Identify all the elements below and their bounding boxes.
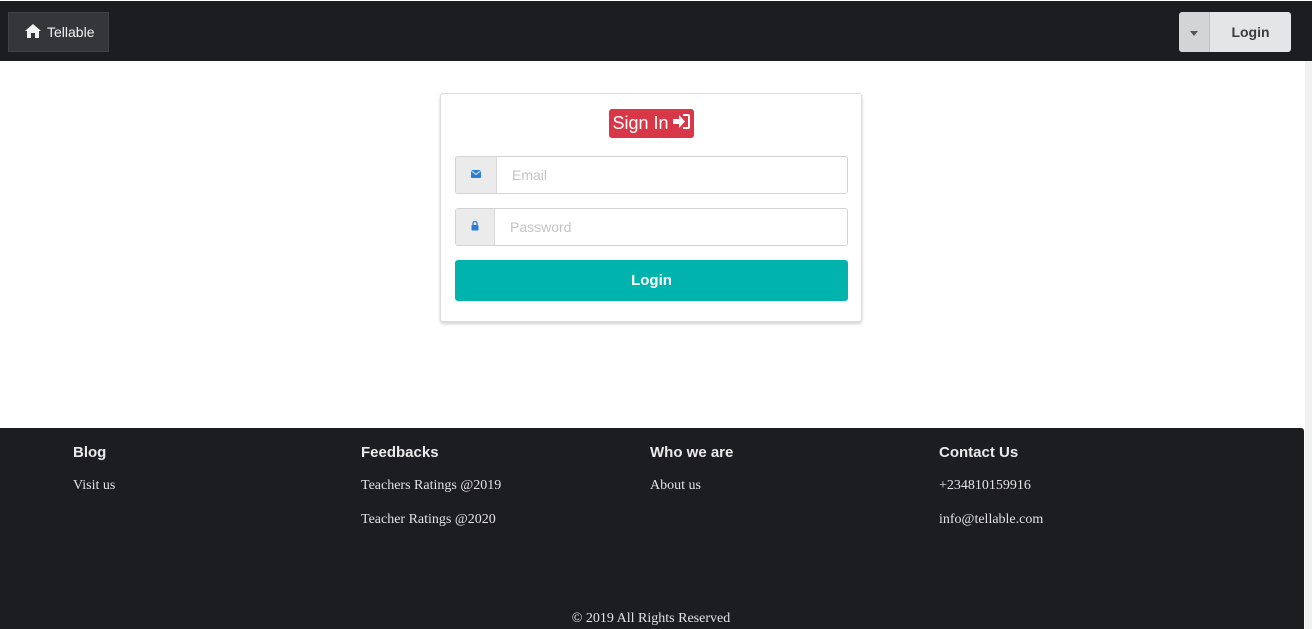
email-addon: [456, 157, 497, 193]
password-field-group: [455, 208, 848, 246]
footer-column-who-we-are: Who we are About us: [650, 443, 733, 495]
footer-link-about-us[interactable]: About us: [650, 477, 733, 495]
sign-in-icon: [672, 113, 691, 135]
footer-link-ratings-2020[interactable]: Teacher Ratings @2020: [361, 511, 501, 529]
password-addon: [456, 209, 495, 245]
caret-down-icon: [1190, 23, 1198, 41]
site-footer: Blog Visit us Feedbacks Teachers Ratings…: [0, 428, 1304, 629]
login-submit-button[interactable]: Login: [455, 260, 848, 301]
footer-link-phone[interactable]: +234810159916: [939, 477, 1043, 495]
footer-heading-feedbacks: Feedbacks: [361, 444, 439, 461]
signin-card: Sign In Login: [440, 93, 862, 322]
brand-label: Tellable: [47, 24, 95, 40]
footer-link-visit-us[interactable]: Visit us: [73, 477, 115, 495]
top-navbar: Tellable Login: [0, 1, 1312, 61]
brand-home-link[interactable]: Tellable: [8, 12, 109, 52]
lock-icon: [470, 218, 480, 236]
page-scrollbar[interactable]: [1305, 61, 1312, 629]
footer-link-email[interactable]: info@tellable.com: [939, 511, 1043, 529]
email-field-group: [455, 156, 848, 194]
footer-column-contact: Contact Us +234810159916 info@tellable.c…: [939, 443, 1043, 529]
footer-column-feedbacks: Feedbacks Teachers Ratings @2019 Teacher…: [361, 443, 501, 529]
footer-link-ratings-2019[interactable]: Teachers Ratings @2019: [361, 477, 501, 495]
login-nav-button[interactable]: Login: [1210, 12, 1291, 52]
home-icon: [25, 23, 41, 41]
dropdown-toggle-button[interactable]: [1179, 12, 1210, 52]
footer-copyright: © 2019 All Rights Reserved: [571, 611, 731, 626]
login-dropdown[interactable]: Login: [1179, 12, 1291, 52]
footer-column-blog: Blog Visit us: [73, 443, 115, 495]
email-input[interactable]: [497, 157, 847, 193]
footer-heading-who-we-are: Who we are: [650, 444, 734, 461]
envelope-icon: [470, 166, 482, 184]
signin-title-badge: Sign In: [609, 109, 694, 138]
signin-title: Sign In: [612, 113, 669, 133]
footer-heading-contact: Contact Us: [939, 444, 1019, 461]
password-input[interactable]: [495, 209, 847, 245]
footer-heading-blog: Blog: [73, 444, 107, 461]
